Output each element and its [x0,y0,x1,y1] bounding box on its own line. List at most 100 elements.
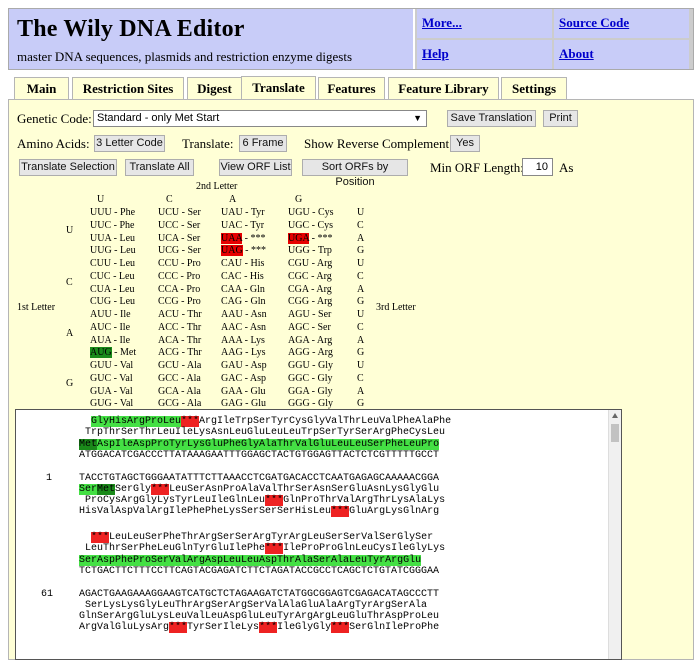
amino-acid: Leu [119,258,136,269]
tab-settings[interactable]: Settings [501,77,567,99]
codon-triplet: UAA [221,232,243,244]
sequence-line[interactable]: ArgValGluLysArg***TyrSerIleLys***IleGlyG… [61,622,439,634]
codon-CUU: CUU - Leu [90,258,135,270]
show-rc-button[interactable]: Yes [450,135,480,152]
amino-acid: Leu [119,296,136,308]
codon-triplet: UUG [90,245,112,257]
tab-feature-library[interactable]: Feature Library [388,77,499,99]
scrollbar-thumb[interactable] [611,424,619,442]
codon-separator: - [241,283,250,295]
sequence-line[interactable]: TrpThrSerThrLeuIleLysAsnLeuGluLeuLeuTrpS… [61,427,445,438]
orf-segment: AspIleAspProTyrLysGluPheGlyAlaThrValGluL… [97,438,440,450]
translate-frame-button[interactable]: 6 Frame [239,135,287,152]
sequence-line[interactable]: SerLysLysGlyLeuThrArgSerArgSerValAlaGluA… [61,600,427,611]
amino-acid: Gln [250,296,266,308]
translate-all-button[interactable]: Translate All [125,159,194,176]
codon-separator: - [242,321,250,333]
codon-UUU: UUU - Phe [90,207,135,219]
codon-AUU: AUU - Ile [90,309,131,321]
amino-acid: Glu [250,385,266,397]
codon-triplet: GAU [221,360,243,371]
sequence-line[interactable]: TACCTGTAGCTGGGAATATTTCTTAAACCTCGATGACACC… [61,473,439,484]
view-orf-list-button[interactable]: View ORF List [219,159,292,176]
sequence-line[interactable]: SerMetSerGly***LeuSerAsnProAlaValThrSerA… [61,483,439,495]
tab-digest[interactable]: Digest [187,77,242,99]
sequence-line[interactable]: LeuThrSerPheLeuGlnTyrGluIlePhe***IleProP… [61,543,446,555]
stop-codon-mark: *** [151,483,170,495]
sequence-line[interactable]: ProCysArgGlyLysTyrLeuIleGlnLeu***GlnProT… [61,495,445,507]
amino-acid: Trp [317,245,332,257]
codon-triplet: AAA [221,334,243,346]
save-translation-button[interactable]: Save Translation [447,110,536,127]
about-link[interactable]: About [554,40,689,69]
codon-triplet: AAG [221,347,243,359]
codon-triplet: GUC [90,372,112,384]
sequence-line[interactable]: TCTGACTTCTTTCCTTCAGTACGAGATCTTCTAGATACCG… [61,566,439,577]
codon-separator: - [241,270,250,282]
codon-GCU: GCU - Ala [158,360,201,372]
sequence-line[interactable]: GlyHisArgProLeu***ArgIleTrpSerTyrCysGlyV… [61,416,451,427]
amino-acid: Val [119,385,133,397]
codon-CUG: CUG - Leu [90,296,135,308]
codon-separator: - [178,232,187,244]
amino-acid: *** [251,245,267,257]
codon-separator: - [178,321,187,333]
sequence-line[interactable]: ATGGACATCGACCCTTATAAAGAATTTGGAGCTACTGTGG… [61,450,439,461]
amino-acid: Gly [317,372,333,384]
codon-triplet: CAA [221,283,242,295]
codon-separator: - [110,283,119,295]
translate-selection-button[interactable]: Translate Selection [19,159,117,176]
sequence-line[interactable]: AGACTGAAGAAAGGAAGTCATGCTCTAGAAGATCTATGGC… [61,589,439,600]
codon-separator: - [111,207,121,218]
min-orf-input[interactable]: 10 [522,158,553,176]
sequence-line[interactable]: MetAspIleAspProTyrLysGluPheGlyAlaThrValG… [61,438,440,450]
amino-acid: Ala [186,372,201,384]
tab-main[interactable]: Main [14,77,69,99]
third-letter-U: U [357,258,365,269]
sequence-segment [61,555,79,566]
more-link[interactable]: More... [417,9,552,38]
sequence-line[interactable]: SerAspPheProSerValArgAspLeuLeuAspThrAlaS… [61,554,422,566]
sort-orfs-button[interactable]: Sort ORFs by Position [302,159,408,188]
sequence-line[interactable]: GlnSerArgGluLysLeuValLeuAspGluLeuTyrArgA… [61,611,439,622]
codon-triplet: CAC [221,270,242,282]
scroll-up-arrow-icon[interactable] [612,413,618,418]
sequence-segment: LeuLeuSerPheThrArgSerSerArgTyrArgLeuSerS… [109,532,434,543]
sequence-line[interactable]: HisValAspValArgIlePhePheLysSerSerSerHisL… [61,506,440,518]
help-link[interactable]: Help [417,40,552,69]
codon-triplet: UCC [158,219,179,231]
amino-acid: Ala [186,360,202,371]
amino-acids-button[interactable]: 3 Letter Code [94,135,165,152]
amino-acid: Leu [119,232,136,244]
vertical-scrollbar[interactable] [608,410,621,659]
amino-acid: Phe [120,207,136,218]
amino-acid: Arg [316,270,332,282]
tab-restriction-sites[interactable]: Restriction Sites [72,77,184,99]
print-button[interactable]: Print [543,110,578,127]
codon-separator: - [309,245,318,257]
sequence-segment: IleProProGlnLeuCysIleGlyLys [283,543,446,555]
sequence-segment: GluArgLysGlnArg [349,506,440,518]
codon-CGU: CGU - Arg [288,258,332,270]
sequence-viewer[interactable]: 1 GlyHisArgProLeu***ArgIleTrpSerTyrCysGl… [15,409,622,660]
amino-acid: Val [119,398,134,410]
amino-acid: Val [119,372,133,384]
amino-acid: Pro [186,296,201,308]
codon-separator: - [179,398,187,410]
amino-acid: Ala [186,385,201,397]
codon-GCC: GCC - Ala [158,373,201,385]
codon-separator: - [178,219,187,231]
tab-features[interactable]: Features [318,77,385,99]
codon-triplet: GGG [288,398,310,410]
first-letter-header: 1st Letter [17,302,56,313]
codon-triplet: CGC [288,270,309,282]
sequence-line[interactable]: ***LeuLeuSerPheThrArgSerSerArgTyrArgLeuS… [61,532,433,543]
amino-acid: Glu [251,398,267,410]
codon-separator: - [110,270,119,282]
tab-translate[interactable]: Translate [241,76,316,100]
genetic-code-select[interactable]: Standard - only Met Start ▼ [93,110,427,127]
codon-triplet: ACG [158,347,180,359]
amino-acid: His [250,258,265,269]
codon-ACA: ACA - Thr [158,335,201,347]
source-code-link[interactable]: Source Code [554,9,689,38]
